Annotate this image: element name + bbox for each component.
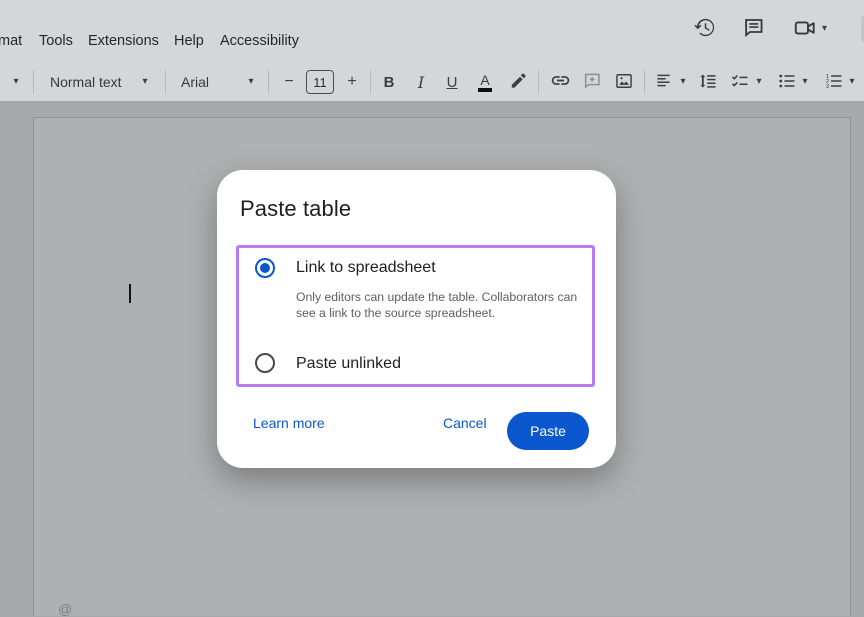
svg-text:3: 3 [826,84,829,90]
menu-item-tools[interactable]: Tools [39,33,73,49]
checklist-caret[interactable]: ▾ [752,62,766,102]
styles-caret[interactable]: ▾ [138,62,152,102]
italic-button[interactable]: I [413,62,429,102]
line-spacing-button[interactable] [697,62,719,102]
toolbar-separator [370,70,371,94]
add-comment-icon [582,71,602,94]
highlight-icon [509,71,528,93]
description-line-1: Only editors can update the table. Colla… [296,289,577,305]
option-label-link-to-spreadsheet[interactable]: Link to spreadsheet [296,259,436,277]
align-left-icon [655,71,674,93]
underline-button[interactable]: U [444,62,460,102]
cancel-button[interactable]: Cancel [443,415,487,431]
menu-item-help[interactable]: Help [174,33,204,49]
increase-font-size-button[interactable]: + [344,62,360,102]
font-caret[interactable]: ▾ [244,62,258,102]
toolbar-separator [538,70,539,94]
description-line-2: see a link to the source spreadsheet. [296,305,577,321]
numbered-list-caret[interactable]: ▾ [845,62,859,102]
menubar: mat Tools Extensions Help Accessibility [0,33,864,53]
line-spacing-icon [698,71,718,94]
insert-link-button[interactable] [549,62,571,102]
paragraph-styles-select[interactable]: Normal text [50,62,122,102]
learn-more-link[interactable]: Learn more [253,415,325,431]
toolbar-separator [268,70,269,94]
align-button[interactable] [654,62,674,102]
insert-link-icon [550,70,571,94]
checklist-button[interactable] [729,62,751,102]
toolbar: ▾ Normal text ▾ Arial ▾ − 11 + B I U A [0,62,864,102]
text-color-icon: A [478,73,492,92]
option-label-paste-unlinked[interactable]: Paste unlinked [296,355,401,373]
font-size-input[interactable]: 11 [306,70,334,94]
numbered-list-icon: 123 [824,71,844,94]
bulleted-list-icon [777,71,797,94]
paste-button[interactable]: Paste [507,412,589,450]
toolbar-separator [644,70,645,94]
dialog-title: Paste table [240,196,351,222]
menu-item-format-partial[interactable]: mat [0,33,22,49]
toolbar-separator [165,70,166,94]
radio-dot [260,263,270,273]
paste-table-dialog: Paste table Link to spreadsheet Only edi… [217,170,616,468]
font-family-select[interactable]: Arial [181,62,209,102]
radio-link-to-spreadsheet[interactable] [255,258,275,278]
insert-image-icon [614,71,634,94]
text-cursor [129,284,131,303]
insert-image-button[interactable] [613,62,635,102]
checklist-icon [730,71,750,94]
bold-button[interactable]: B [381,62,397,102]
text-color-button[interactable]: A [476,62,494,102]
decrease-font-size-button[interactable]: − [281,62,297,102]
bulleted-list-caret[interactable]: ▾ [798,62,812,102]
radio-paste-unlinked[interactable] [255,353,275,373]
option-description: Only editors can update the table. Colla… [296,289,577,321]
highlight-button[interactable] [508,62,528,102]
at-mention-glyph: @ [58,601,72,617]
toolbar-separator [33,70,34,94]
bulleted-list-button[interactable] [776,62,798,102]
menu-item-accessibility[interactable]: Accessibility [220,33,299,49]
menu-item-extensions[interactable]: Extensions [88,33,159,49]
app-header: ▾ mat Tools Extensions Help Accessibilit… [0,0,864,101]
numbered-list-button[interactable]: 123 [823,62,845,102]
toolbar-overflow-caret[interactable]: ▾ [8,62,24,102]
align-caret[interactable]: ▾ [676,62,690,102]
add-comment-button[interactable] [581,62,603,102]
